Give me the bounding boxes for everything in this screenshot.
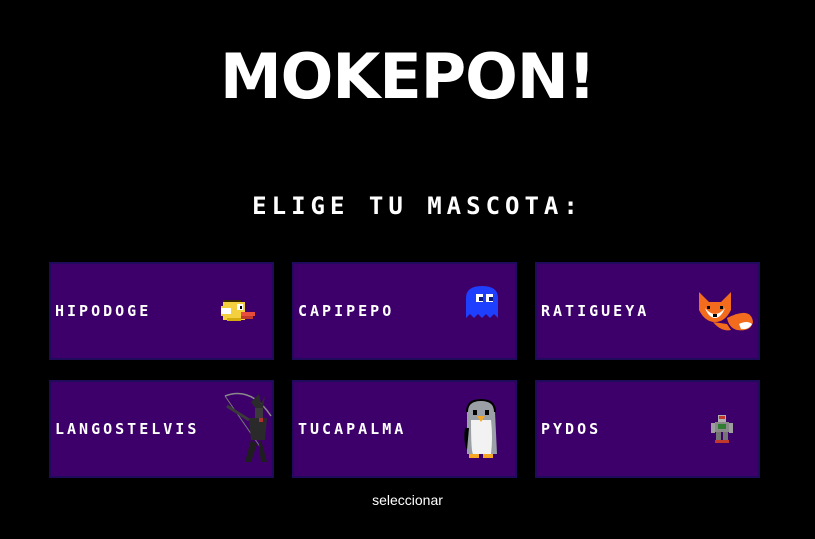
pet-card-pydos[interactable]: PYDOS [535,380,760,478]
select-button[interactable]: seleccionar [0,492,815,508]
pet-card-capipepo[interactable]: CAPIPEPO [292,262,517,360]
choose-pet-heading: ELIGE TU MASCOTA: [252,192,583,220]
pet-name: LANGOSTELVIS [55,420,200,438]
robot-icon [711,415,733,443]
archer-icon [224,392,272,462]
pet-card-langostelvis[interactable]: LANGOSTELVIS [49,380,274,478]
ghost-icon [466,286,498,318]
pet-name: CAPIPEPO [298,302,395,320]
flappy-bird-icon [221,300,255,321]
pet-card-tucapalma[interactable]: TUCAPALMA [292,380,517,478]
pet-card-ratigueya[interactable]: RATIGUEYA [535,262,760,360]
page-title: MOKEPON! [219,40,596,113]
pet-grid: HIPODOGE CAPIPEPO RATIGUEYA LANGOSTELVIS… [49,262,761,478]
pet-card-hipodoge[interactable]: HIPODOGE [49,262,274,360]
pet-name: RATIGUEYA [541,302,650,320]
pet-name: HIPODOGE [55,302,152,320]
pet-name: PYDOS [541,420,602,438]
fox-icon [699,292,753,331]
pet-name: TUCAPALMA [298,420,407,438]
penguin-icon [464,398,497,458]
